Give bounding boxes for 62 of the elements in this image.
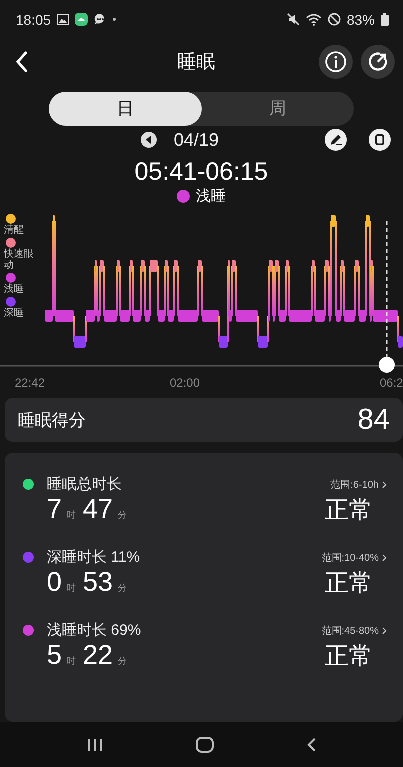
legend-label: 快速眼动 <box>4 249 35 272</box>
range-link[interactable]: 范围:10-40% <box>322 550 387 565</box>
hours-value: 5 <box>47 640 62 672</box>
dot-icon <box>113 18 116 22</box>
minute-unit: 分 <box>118 509 128 522</box>
legend-label: 浅睡 <box>4 284 25 296</box>
time-axis-label: 02:00 <box>170 376 200 390</box>
period-tab[interactable]: 日 <box>49 92 202 126</box>
minute-unit: 分 <box>118 655 128 668</box>
date-label: 04/19 <box>174 130 220 151</box>
minutes-value: 53 <box>83 567 114 598</box>
metric-status: 正常 <box>325 642 373 672</box>
watch-button[interactable] <box>369 129 391 152</box>
previous-day-button[interactable] <box>140 131 158 150</box>
period-tab[interactable]: 周 <box>202 92 354 126</box>
app-notification-icon <box>75 13 88 26</box>
battery-percent: 83% <box>346 12 375 28</box>
hour-unit: 时 <box>67 582 76 596</box>
metric-status: 正常 <box>325 496 373 526</box>
legend-label: 清醒 <box>4 225 25 236</box>
watch-icon <box>369 129 391 152</box>
range-link[interactable]: 范围:6-10h <box>330 478 387 492</box>
back-icon <box>306 738 316 752</box>
mute-icon <box>286 13 300 26</box>
hours-value: 7 <box>47 494 62 526</box>
score-label: 睡眠得分 <box>18 410 86 432</box>
selected-time-range: 05:41-06:15 <box>134 157 268 188</box>
range-link[interactable]: 范围:45-80% <box>322 624 387 638</box>
page-title: 睡眠 <box>176 50 216 75</box>
chevron-icon <box>382 626 387 635</box>
pencil-icon <box>325 129 347 152</box>
legend-label: 深睡 <box>4 308 25 320</box>
time-axis-label: 06:2 <box>380 376 403 390</box>
score-value: 84 <box>358 404 390 437</box>
cursor-handle[interactable] <box>379 357 395 374</box>
metric-title: 浅睡时长 69% <box>47 621 142 640</box>
hour-unit: 时 <box>67 509 76 522</box>
status-time: 18:05 <box>16 12 52 28</box>
back-icon <box>15 50 29 73</box>
time-axis-label: 22:42 <box>15 376 46 390</box>
chevron-icon <box>382 480 387 489</box>
share-button[interactable] <box>361 44 395 79</box>
hour-unit: 时 <box>67 655 76 668</box>
share-icon <box>367 50 389 73</box>
metric-title: 睡眠总时长 <box>47 475 123 494</box>
home-icon <box>196 736 214 753</box>
chevron-icon <box>382 554 387 562</box>
minute-unit: 分 <box>118 582 128 596</box>
battery-icon <box>381 13 389 26</box>
metric-title: 深睡时长 11% <box>47 548 142 568</box>
image-icon <box>57 14 70 26</box>
selected-stage-label: 浅睡 <box>196 186 226 206</box>
edit-button[interactable] <box>325 129 347 152</box>
info-button[interactable] <box>319 44 353 79</box>
metric-status: 正常 <box>325 569 373 600</box>
recent-apps-icon <box>86 738 102 752</box>
minutes-value: 22 <box>83 640 114 672</box>
minutes-value: 47 <box>83 494 114 526</box>
wifi-icon <box>306 13 322 26</box>
hours-value: 0 <box>47 567 62 598</box>
do-not-disturb-icon <box>328 13 341 26</box>
info-icon <box>325 50 347 73</box>
